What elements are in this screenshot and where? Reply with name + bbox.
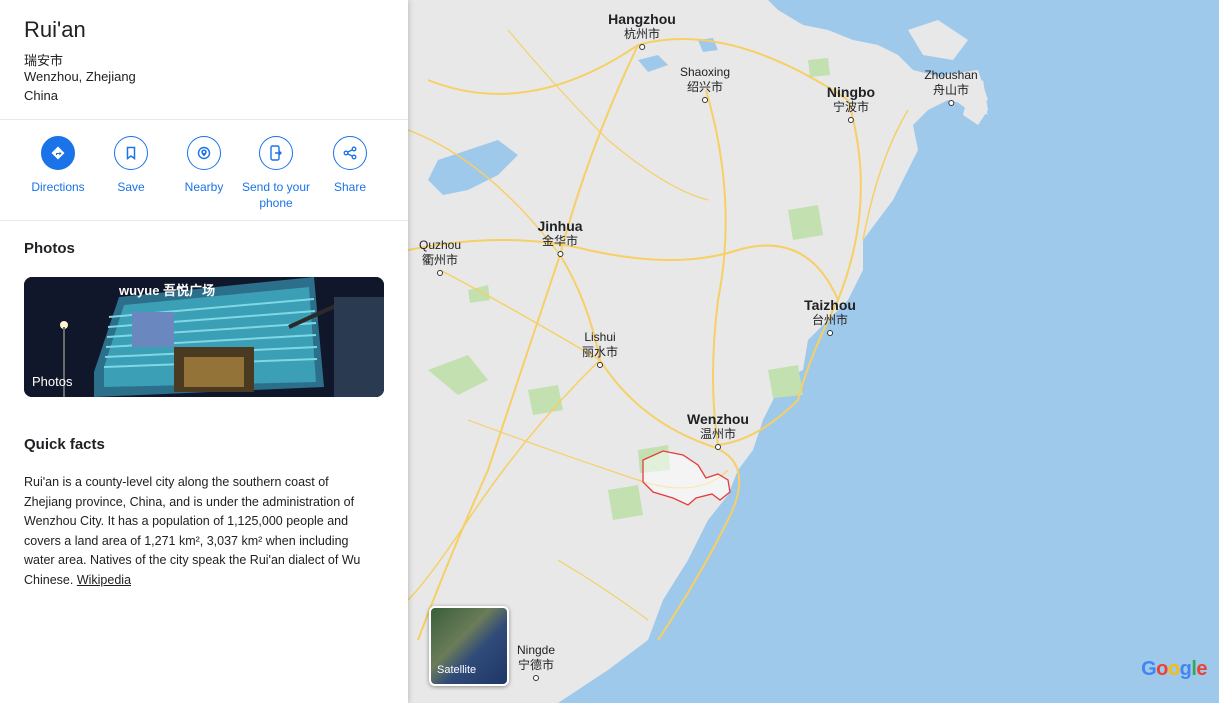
city-taizhou[interactable]: Taizhou 台州市 [804, 298, 856, 336]
city-ningbo[interactable]: Ningbo 宁波市 [827, 85, 875, 123]
city-marker [948, 100, 954, 106]
divider [0, 119, 408, 120]
send-to-phone-button[interactable]: Send to your phone [240, 136, 312, 211]
directions-button[interactable]: Directions [22, 136, 94, 195]
city-marker [437, 270, 443, 276]
place-region: Wenzhou, Zhejiang [24, 69, 136, 84]
divider [0, 220, 408, 221]
city-marker [596, 362, 603, 368]
city-quzhou[interactable]: Quzhou 衢州市 [419, 238, 461, 276]
map-canvas[interactable]: Hangzhou 杭州市 Shaoxing 绍兴市 Ningbo 宁波市 Zho… [408, 0, 1219, 703]
nearby-icon [187, 136, 221, 170]
photos-thumbnail[interactable]: wuyue 吾悦广场 Photos [24, 277, 384, 397]
place-title: Rui'an [24, 17, 86, 42]
wikipedia-link[interactable]: Wikipedia [77, 573, 131, 587]
share-label: Share [333, 180, 367, 194]
bookmark-icon [114, 136, 148, 170]
send-to-phone-label: Send to your phone [241, 180, 311, 210]
send-to-phone-icon [259, 136, 293, 170]
photos-heading: Photos [24, 240, 75, 257]
city-marker [827, 330, 833, 336]
photo-image: wuyue 吾悦广场 [24, 277, 384, 397]
city-zhoushan[interactable]: Zhoushan 舟山市 [924, 68, 978, 106]
photos-thumb-label: Photos [32, 374, 73, 389]
city-jinhua[interactable]: Jinhua 金华市 [537, 219, 583, 257]
save-label: Save [117, 180, 145, 194]
city-wenzhou[interactable]: Wenzhou 温州市 [687, 412, 749, 450]
quick-facts-text: Rui'an is a county-level city along the … [24, 475, 361, 587]
nearby-button[interactable]: Nearby [168, 136, 240, 195]
directions-icon [41, 136, 75, 170]
city-ningde[interactable]: Ningde 宁德市 [517, 643, 555, 681]
save-button[interactable]: Save [95, 136, 167, 195]
city-marker [533, 675, 539, 681]
city-shaoxing[interactable]: Shaoxing 绍兴市 [680, 65, 730, 103]
nearby-label: Nearby [184, 180, 224, 194]
quick-facts-body: Rui'an is a county-level city along the … [24, 473, 379, 591]
place-panel: Rui'an 瑞安市 Wenzhou, Zhejiang China Direc… [0, 0, 408, 703]
place-country: China [24, 88, 58, 103]
satellite-label: Satellite [437, 664, 477, 676]
quick-facts-heading: Quick facts [24, 436, 105, 453]
city-marker [639, 44, 645, 50]
city-marker [557, 251, 563, 257]
share-button[interactable]: Share [314, 136, 386, 195]
map-background [408, 0, 1219, 703]
place-native-name: 瑞安市 [24, 53, 64, 68]
photo-sign-text: wuyue 吾悦广场 [118, 283, 215, 298]
city-hangzhou[interactable]: Hangzhou 杭州市 [608, 12, 676, 50]
directions-label: Directions [31, 180, 85, 194]
google-logo: Google [1141, 658, 1207, 680]
share-icon [333, 136, 367, 170]
satellite-toggle[interactable]: Satellite [429, 606, 509, 686]
city-marker [848, 117, 854, 123]
city-marker [701, 97, 708, 103]
city-marker [715, 444, 721, 450]
city-lishui[interactable]: Lishui 丽水市 [582, 330, 618, 368]
